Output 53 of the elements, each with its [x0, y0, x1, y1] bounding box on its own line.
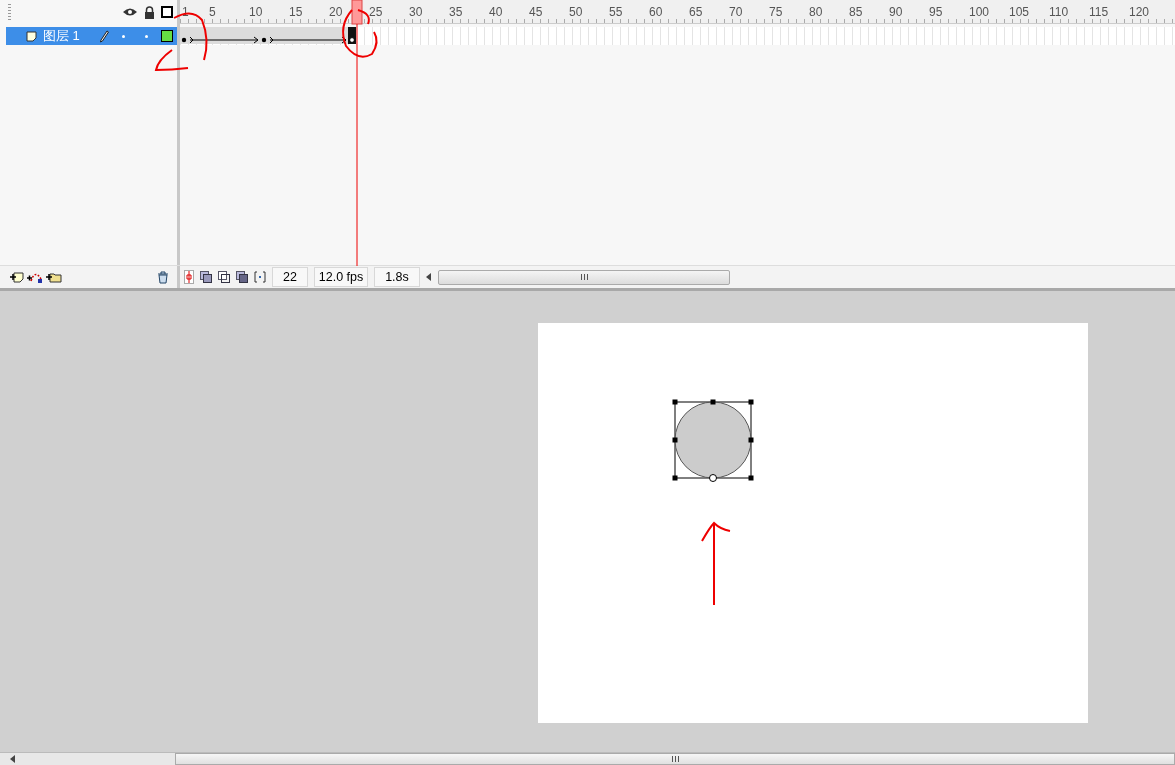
- onion-skin-icon[interactable]: [200, 271, 212, 283]
- outline-icon[interactable]: [161, 6, 173, 18]
- frame-number: 55: [609, 5, 623, 19]
- scrollbar-thumb[interactable]: [175, 753, 1175, 765]
- lock-icon[interactable]: [144, 5, 155, 19]
- frame-number: 35: [449, 5, 463, 19]
- frame-number: 100: [969, 5, 990, 19]
- layer-row[interactable]: 图层 1: [6, 27, 177, 45]
- eye-icon[interactable]: [122, 7, 138, 17]
- frame-number: 20: [329, 5, 343, 19]
- frame-number: 15: [289, 5, 303, 19]
- frame-number: 115: [1089, 5, 1109, 19]
- trash-icon[interactable]: [157, 270, 169, 284]
- frame-number: 50: [569, 5, 583, 19]
- add-layer-icon[interactable]: [10, 271, 24, 283]
- frame-number: 25: [369, 5, 383, 19]
- lock-dot[interactable]: [145, 34, 148, 38]
- layer-name: 图层 1: [43, 27, 81, 45]
- frame-number: 70: [729, 5, 743, 19]
- center-frame-icon[interactable]: [184, 270, 194, 284]
- frame-number: 10: [249, 5, 263, 19]
- frame-number: 45: [529, 5, 543, 19]
- outline-color-swatch[interactable]: [161, 30, 173, 42]
- frame-number: 30: [409, 5, 423, 19]
- frame-number: 5: [209, 5, 216, 19]
- add-folder-icon[interactable]: [46, 271, 62, 283]
- frame-number: 95: [929, 5, 943, 19]
- circle-shape[interactable]: [672, 399, 754, 481]
- edit-multiple-frames-icon[interactable]: [236, 271, 248, 283]
- playhead[interactable]: [351, 0, 363, 266]
- scroll-left-icon[interactable]: [10, 755, 15, 763]
- frame-number: 85: [849, 5, 863, 19]
- frame-rate-field: 12.0 fps: [314, 267, 368, 287]
- pencil-icon: [99, 29, 109, 43]
- scrollbar-thumb[interactable]: [438, 269, 730, 285]
- add-guide-layer-icon[interactable]: [27, 271, 43, 283]
- frame-number: 120: [1129, 5, 1150, 19]
- frame-number: 110: [1049, 5, 1069, 19]
- frame-number: 40: [489, 5, 503, 19]
- elapsed-time-field: 1.8s: [374, 267, 420, 287]
- scroll-left-icon[interactable]: [426, 273, 432, 281]
- page-icon: [26, 30, 37, 42]
- frame-number: 105: [1009, 5, 1030, 19]
- frame-number: 65: [689, 5, 703, 19]
- frame-number: 80: [809, 5, 823, 19]
- panel-grip[interactable]: [8, 4, 11, 20]
- frame-number: 60: [649, 5, 663, 19]
- current-frame-field: 22: [272, 267, 308, 287]
- visibility-dot[interactable]: [122, 34, 125, 38]
- onion-outlines-icon[interactable]: [218, 271, 230, 283]
- frame-number: 90: [889, 5, 903, 19]
- frame-number: 75: [769, 5, 783, 19]
- onion-markers-icon[interactable]: [254, 271, 266, 283]
